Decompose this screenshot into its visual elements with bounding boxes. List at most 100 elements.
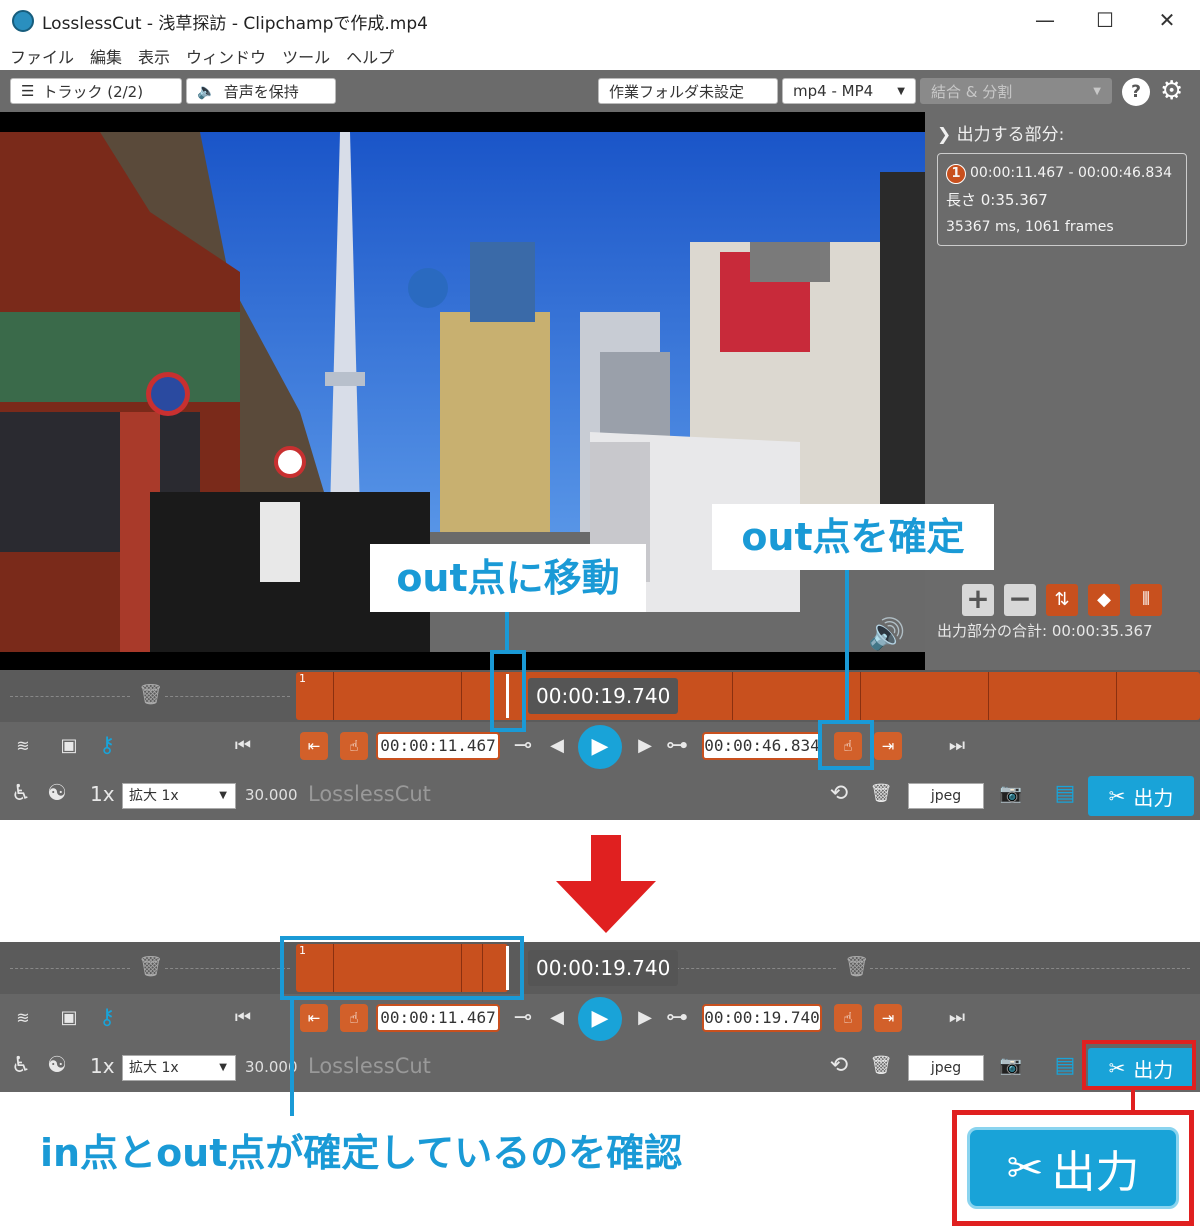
export-zoomed-label: 出力 xyxy=(1051,1147,1140,1198)
close-button[interactable]: ✕ xyxy=(1152,8,1182,32)
jump-start-icon[interactable]: ⏮ xyxy=(228,732,258,760)
export-button[interactable]: ✂ 出力 xyxy=(1088,776,1194,816)
segment-range-row: 1 00:00:11.467 - 00:00:46.834 xyxy=(946,160,1178,187)
keep-audio-button[interactable]: 🔈 音声を保持 xyxy=(186,78,336,104)
image-icon[interactable]: ▣ xyxy=(54,1004,84,1032)
step-back-icon[interactable]: ◀ xyxy=(542,1004,572,1032)
working-dir-button[interactable]: 作業フォルダ未設定 xyxy=(598,78,778,104)
keyframe-icon[interactable]: ⊸ xyxy=(508,732,538,760)
jump-out-point-icon[interactable]: ⇥ xyxy=(874,1004,902,1032)
keyframe-next-icon[interactable]: ⊶ xyxy=(662,1004,692,1032)
timeline-1[interactable]: 🗑 1 00:00:19.740 xyxy=(0,670,1200,722)
chevron-down-icon: ▼ xyxy=(1093,85,1101,97)
capture-format-select[interactable]: jpeg xyxy=(908,783,984,809)
yinyang-icon[interactable]: ☯ xyxy=(42,780,72,808)
menu-file[interactable]: ファイル xyxy=(10,44,74,68)
mode-select[interactable]: 結合 & 分割 ▼ xyxy=(920,78,1112,104)
jump-out-point-icon[interactable]: ⇥ xyxy=(874,732,902,760)
image-icon[interactable]: ▣ xyxy=(54,732,84,760)
waveform-icon[interactable]: ≋ xyxy=(8,732,38,760)
menu-tools[interactable]: ツール xyxy=(282,44,330,68)
in-point-input[interactable]: 00:00:11.467 xyxy=(376,732,500,760)
help-icon[interactable]: ? xyxy=(1122,78,1150,106)
trash-icon[interactable]: 🗑 xyxy=(866,780,896,808)
tag-icon[interactable]: ◆ xyxy=(1088,584,1120,616)
calendar-icon[interactable]: ▤ xyxy=(1050,1052,1080,1080)
remove-segment-button[interactable]: − xyxy=(1004,584,1036,616)
minimize-button[interactable]: — xyxy=(1030,8,1060,32)
play-button[interactable]: ▶ xyxy=(578,997,622,1041)
format-select[interactable]: mp4 - MP4 ▼ xyxy=(782,78,916,104)
list-icon: ☰ xyxy=(21,82,35,100)
set-out-point-icon[interactable]: ☝ xyxy=(834,1004,862,1032)
transport-bar-1: ≋ ▣ ⚷ ⏮ ⇤ ☝ 00:00:11.467 ⊸ ◀ ▶ ▶ ⊶ 00:00… xyxy=(0,722,1200,772)
timeline-2[interactable]: 🗑 🗑 1 00:00:19.740 xyxy=(0,942,1200,994)
menu-view[interactable]: 表示 xyxy=(138,44,170,68)
format-label: mp4 - MP4 xyxy=(793,82,874,100)
down-arrow-icon xyxy=(556,835,656,933)
keep-audio-label: 音声を保持 xyxy=(223,82,299,101)
chevron-down-icon: ▼ xyxy=(219,1062,227,1073)
out-point-input[interactable]: 00:00:46.834 xyxy=(702,732,822,760)
baby-icon[interactable]: ♿ xyxy=(6,780,36,808)
maximize-button[interactable]: ☐ xyxy=(1090,8,1120,32)
tracks-button[interactable]: ☰ トラック (2/2) xyxy=(10,78,182,104)
in-point-input[interactable]: 00:00:11.467 xyxy=(376,1004,500,1032)
camera-icon[interactable]: 📷 xyxy=(996,780,1026,808)
set-in-point-icon[interactable]: ☝ xyxy=(340,1004,368,1032)
step-forward-icon[interactable]: ▶ xyxy=(630,1004,660,1032)
step-back-icon[interactable]: ◀ xyxy=(542,732,572,760)
menu-window[interactable]: ウィンドウ xyxy=(186,44,266,68)
timeline-segment[interactable]: 1 xyxy=(296,672,1200,720)
menu-help[interactable]: ヘルプ xyxy=(346,44,394,68)
camera-icon[interactable]: 📷 xyxy=(996,1052,1026,1080)
app-icon xyxy=(12,10,34,32)
jump-end-icon[interactable]: ⏭ xyxy=(942,732,972,760)
transport-bar-2: ≋ ▣ ⚷ ⏮ ⇤ ☝ 00:00:11.467 ⊸ ◀ ▶ ▶ ⊶ 00:00… xyxy=(0,994,1200,1044)
calendar-icon[interactable]: ▤ xyxy=(1050,780,1080,808)
app-name-label: LosslessCut xyxy=(308,1054,431,1078)
segment-item[interactable]: 1 00:00:11.467 - 00:00:46.834 長さ 0:35.36… xyxy=(937,153,1187,246)
jump-in-point-icon[interactable]: ⇤ xyxy=(300,1004,328,1032)
capture-format-select[interactable]: jpeg xyxy=(908,1055,984,1081)
scissors-icon: ✂ xyxy=(1108,784,1126,808)
add-segment-button[interactable]: + xyxy=(962,584,994,616)
zoom-select[interactable]: 拡大 1x ▼ xyxy=(122,783,236,809)
callout-confirm: in点とout点が確定しているのを確認 xyxy=(40,1131,683,1175)
set-in-point-icon[interactable]: ☝ xyxy=(340,732,368,760)
sort-segments-icon[interactable]: ⇅ xyxy=(1046,584,1078,616)
menu-edit[interactable]: 編集 xyxy=(90,44,122,68)
step-forward-icon[interactable]: ▶ xyxy=(630,732,660,760)
play-button[interactable]: ▶ xyxy=(578,725,622,769)
rotate-icon[interactable]: ⟲ xyxy=(824,1052,854,1080)
zoom-select[interactable]: 拡大 1x ▼ xyxy=(122,1055,236,1081)
trash-icon[interactable]: 🗑 xyxy=(866,1052,896,1080)
highlight-set-out xyxy=(818,720,874,770)
jump-start-icon[interactable]: ⏮ xyxy=(228,1004,258,1032)
jump-end-icon[interactable]: ⏭ xyxy=(942,1004,972,1032)
mode-label: 結合 & 分割 xyxy=(931,82,1013,101)
volume-icon[interactable]: 🔊 xyxy=(868,617,905,652)
gear-icon[interactable]: ⚙ xyxy=(1160,76,1183,106)
chevron-right-icon: ❯ xyxy=(937,125,952,145)
segment-length: 長さ 0:35.367 xyxy=(946,191,1048,209)
working-dir-label: 作業フォルダ未設定 xyxy=(609,82,745,101)
zoom-label: 拡大 1x xyxy=(129,788,179,804)
speaker-icon: 🔈 xyxy=(197,82,216,100)
rotate-icon[interactable]: ⟲ xyxy=(824,780,854,808)
split-segment-icon[interactable]: ⫴ xyxy=(1130,584,1162,616)
baby-icon[interactable]: ♿ xyxy=(6,1052,36,1080)
keyframe-next-icon[interactable]: ⊶ xyxy=(662,732,692,760)
current-time-display: 00:00:19.740 xyxy=(528,950,679,986)
highlight-segment xyxy=(280,936,524,1000)
waveform-icon[interactable]: ≋ xyxy=(8,1004,38,1032)
keyframe-icon[interactable]: ⊸ xyxy=(508,1004,538,1032)
yinyang-icon[interactable]: ☯ xyxy=(42,1052,72,1080)
jump-in-point-icon[interactable]: ⇤ xyxy=(300,732,328,760)
key-icon[interactable]: ⚷ xyxy=(92,1004,122,1032)
menu-bar: ファイル 編集 表示 ウィンドウ ツール ヘルプ xyxy=(0,42,1200,70)
key-icon[interactable]: ⚷ xyxy=(92,732,122,760)
out-point-input[interactable]: 00:00:19.740 xyxy=(702,1004,822,1032)
callout-set-out: out点を確定 xyxy=(712,504,994,570)
callout-move-out: out点に移動 xyxy=(370,544,646,612)
